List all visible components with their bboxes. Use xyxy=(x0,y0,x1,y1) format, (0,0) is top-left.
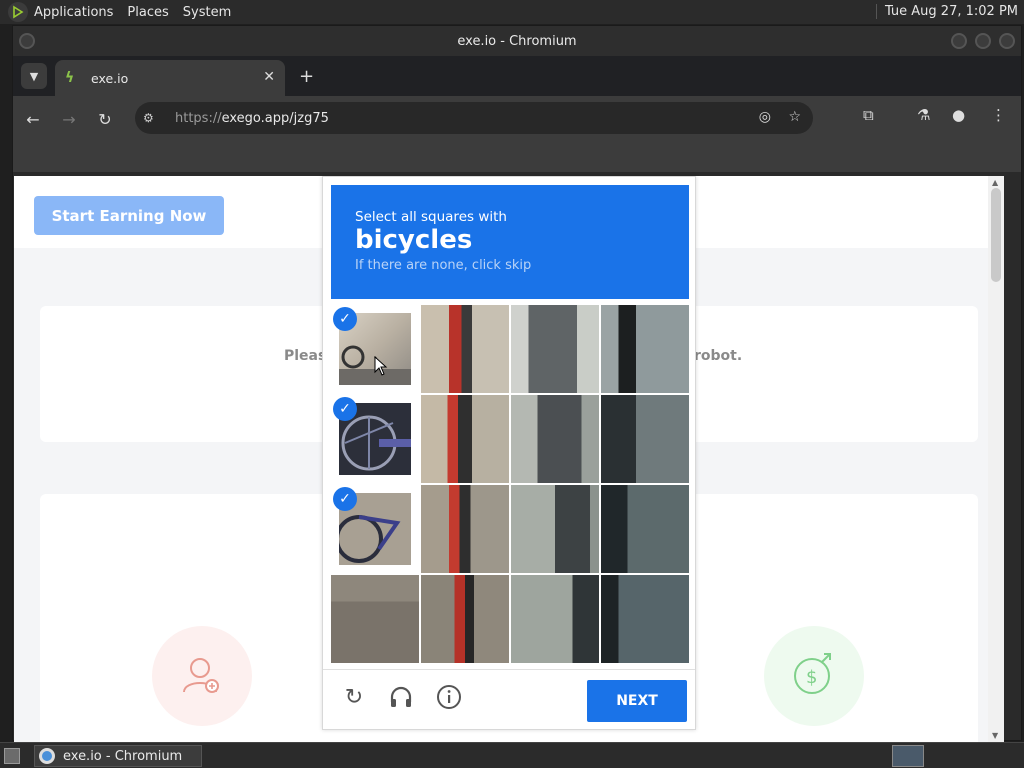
close-window-button[interactable] xyxy=(999,33,1015,49)
audio-challenge-headphones-icon[interactable] xyxy=(388,684,414,710)
show-desktop-icon[interactable] xyxy=(4,748,20,764)
close-tab-icon[interactable]: ✕ xyxy=(263,69,275,85)
captcha-tile[interactable] xyxy=(601,395,689,483)
profile-avatar-icon[interactable]: ● xyxy=(952,106,965,124)
captcha-tile[interactable] xyxy=(421,305,509,393)
workspace-switcher-icon[interactable] xyxy=(892,745,924,767)
title-bar: exe.io - Chromium xyxy=(13,26,1021,56)
clock[interactable]: Tue Aug 27, 1:02 PM xyxy=(875,4,1018,19)
info-icon[interactable] xyxy=(436,684,462,710)
captcha-challenge: Select all squares with bicycles If ther… xyxy=(322,176,696,730)
tab-strip: ▼ ϟ exe.io ✕ + xyxy=(13,56,1021,96)
site-info-icon[interactable]: ⚙ xyxy=(143,111,165,125)
reload-challenge-icon[interactable]: ↻ xyxy=(341,684,367,710)
labs-flask-icon[interactable]: ⚗ xyxy=(917,106,930,124)
captcha-tile[interactable] xyxy=(511,575,599,663)
captcha-footer: ↻ NEXT xyxy=(323,669,695,729)
captcha-tile[interactable] xyxy=(511,305,599,393)
address-bar[interactable]: ⚙ https://exego.app/jzg75 ◎ ☆ xyxy=(135,102,813,134)
scroll-up-icon[interactable]: ▲ xyxy=(992,178,998,187)
window-title: exe.io - Chromium xyxy=(457,33,577,49)
site-favicon-icon: ϟ xyxy=(65,70,75,86)
new-tab-button[interactable]: + xyxy=(299,66,314,87)
window-menu-icon[interactable] xyxy=(19,33,35,49)
captcha-hint: If there are none, click skip xyxy=(355,258,532,273)
tracking-protection-icon[interactable]: ◎ xyxy=(759,109,771,125)
captcha-tile[interactable]: ✓ xyxy=(331,305,419,393)
chromium-icon xyxy=(39,748,55,764)
taskbar: exe.io - Chromium xyxy=(0,742,1024,768)
captcha-keyword: bicycles xyxy=(355,225,473,255)
money-return-icon: $ xyxy=(764,626,864,726)
add-user-icon xyxy=(152,626,252,726)
page-scrollbar[interactable]: ▲ ▼ xyxy=(988,176,1004,742)
scroll-down-icon[interactable]: ▼ xyxy=(992,731,998,740)
captcha-instruction: Select all squares with xyxy=(355,209,507,225)
captcha-header: Select all squares with bicycles If ther… xyxy=(331,185,689,299)
forward-button[interactable]: → xyxy=(53,103,85,135)
bookmarks-bar xyxy=(13,142,1021,172)
verify-text-right: robot. xyxy=(694,348,743,364)
captcha-tile[interactable]: ✓ xyxy=(331,485,419,573)
captcha-tile[interactable] xyxy=(511,395,599,483)
captcha-tile[interactable] xyxy=(421,485,509,573)
scrollbar-thumb[interactable] xyxy=(991,188,1001,282)
minimize-button[interactable] xyxy=(951,33,967,49)
captcha-tile[interactable] xyxy=(601,485,689,573)
bookmark-star-icon[interactable]: ☆ xyxy=(788,109,801,125)
captcha-tile[interactable] xyxy=(511,485,599,573)
tile-selected-check-icon: ✓ xyxy=(333,307,357,331)
more-menu-icon[interactable]: ⋮ xyxy=(991,106,1006,124)
captcha-tile[interactable] xyxy=(331,575,419,663)
verify-text-left: Pleas xyxy=(284,348,327,364)
captcha-tile[interactable] xyxy=(421,575,509,663)
menu-system[interactable]: System xyxy=(183,5,231,20)
taskbar-item-chromium[interactable]: exe.io - Chromium xyxy=(34,745,202,767)
tile-selected-check-icon: ✓ xyxy=(333,487,357,511)
applications-logo-icon[interactable] xyxy=(8,2,28,22)
back-button[interactable]: ← xyxy=(17,103,49,135)
captcha-tile[interactable] xyxy=(601,305,689,393)
start-earning-button[interactable]: Start Earning Now xyxy=(34,196,224,235)
menu-places[interactable]: Places xyxy=(127,5,168,20)
tile-selected-check-icon: ✓ xyxy=(333,397,357,421)
taskbar-item-label: exe.io - Chromium xyxy=(63,748,183,764)
captcha-tile[interactable] xyxy=(421,395,509,483)
svg-text:$: $ xyxy=(806,667,817,688)
reload-button[interactable]: ↻ xyxy=(89,103,121,135)
tab-title: exe.io xyxy=(91,70,129,86)
captcha-tile[interactable] xyxy=(601,575,689,663)
next-button[interactable]: NEXT xyxy=(587,680,687,722)
extensions-icon[interactable]: ⧉ xyxy=(863,106,874,124)
url-text[interactable]: https://exego.app/jzg75 xyxy=(175,111,329,126)
mouse-cursor-icon xyxy=(374,356,388,376)
browser-toolbar: ← → ↻ ⚙ https://exego.app/jzg75 ◎ ☆ ⧉ ⚗ … xyxy=(13,96,1021,142)
menu-applications[interactable]: Applications xyxy=(34,5,113,20)
captcha-tile[interactable]: ✓ xyxy=(331,395,419,483)
maximize-button[interactable] xyxy=(975,33,991,49)
tab-search-button[interactable]: ▼ xyxy=(21,63,47,89)
tab-exe-io[interactable]: ϟ exe.io ✕ xyxy=(55,60,285,96)
top-panel: Applications Places System Tue Aug 27, 1… xyxy=(0,0,1024,24)
